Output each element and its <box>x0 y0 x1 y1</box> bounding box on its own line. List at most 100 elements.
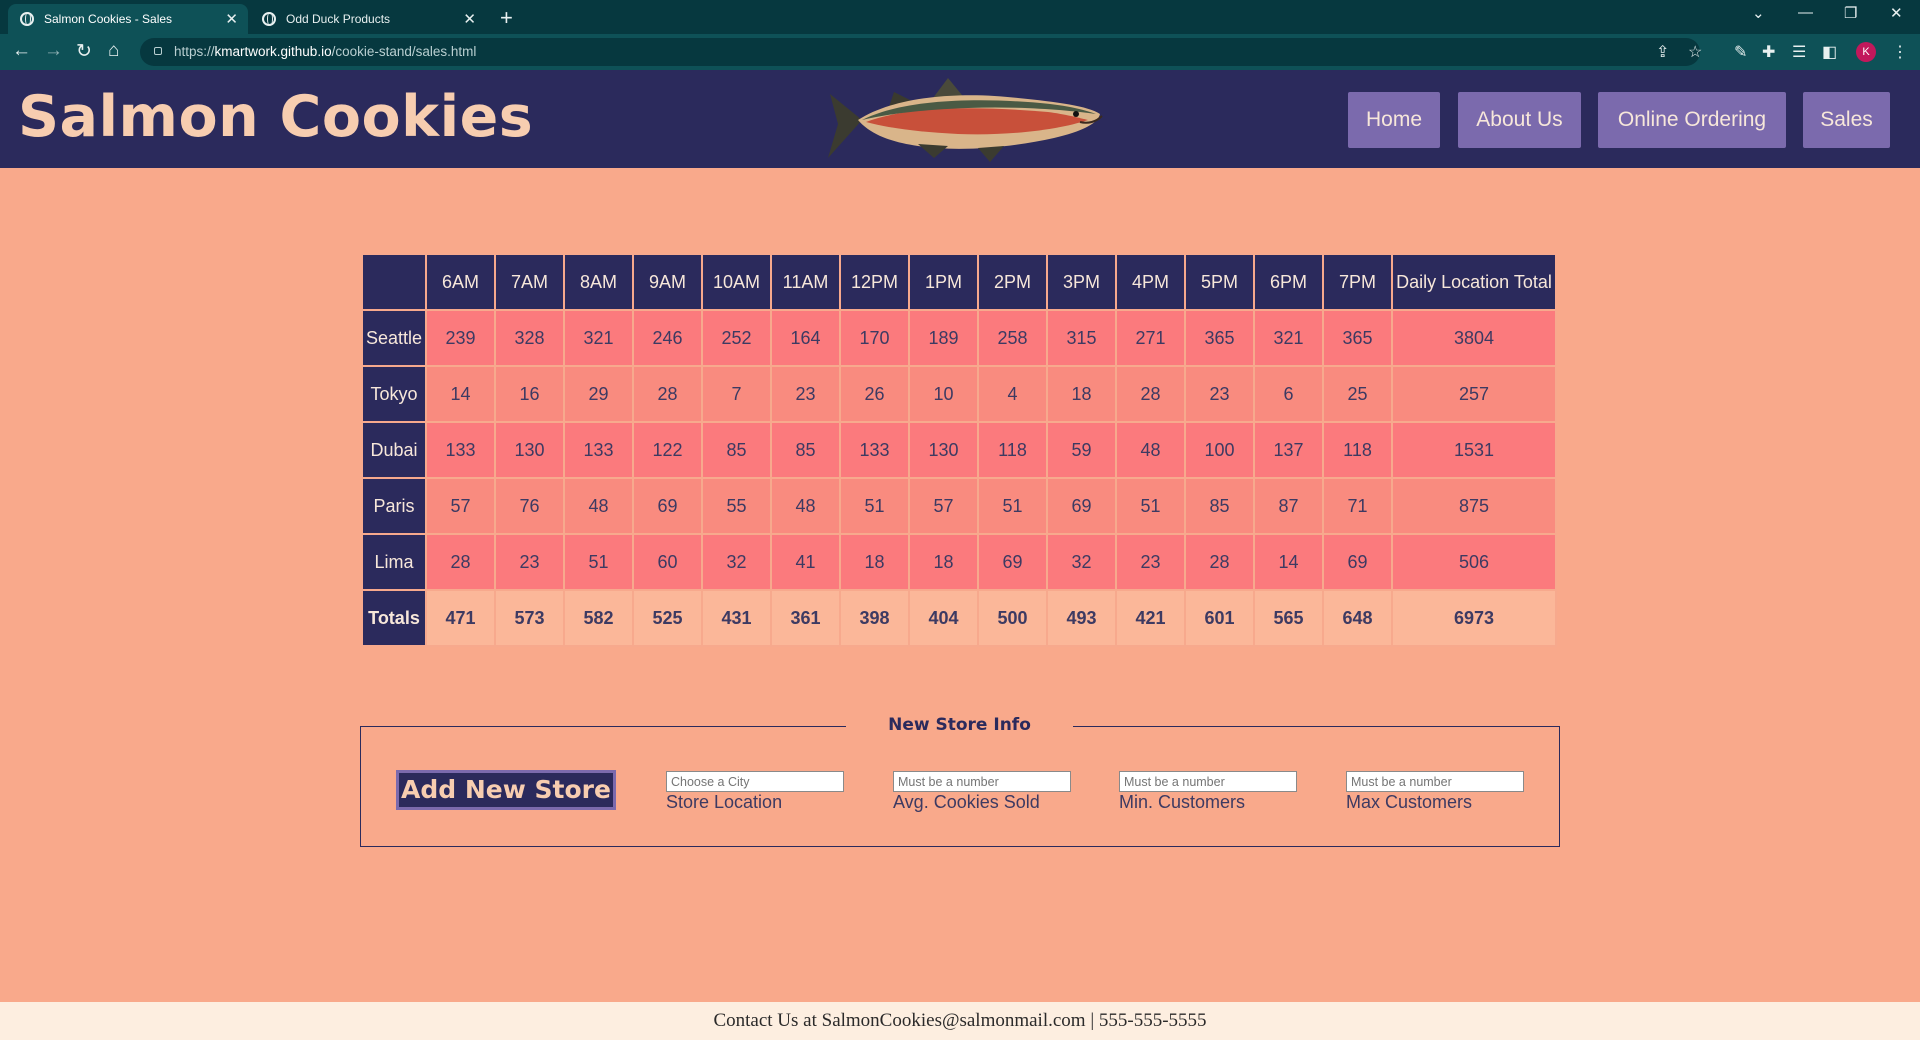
sales-cell: 133 <box>839 421 910 479</box>
hourly-total-cell: 525 <box>632 589 703 647</box>
sales-cell: 130 <box>908 421 979 479</box>
sales-cell: 328 <box>494 309 565 367</box>
bookmark-star-icon[interactable]: ☆ <box>1688 42 1702 62</box>
globe-icon <box>262 12 276 26</box>
home-icon[interactable]: ⌂ <box>108 40 119 62</box>
minimize-icon[interactable]: — <box>1798 4 1813 21</box>
sales-cell: 365 <box>1322 309 1393 367</box>
restore-icon[interactable]: ❐ <box>1844 4 1857 22</box>
back-icon[interactable]: ← <box>12 40 31 62</box>
url-field[interactable]: https://kmartwork.github.io/cookie-stand… <box>140 38 1700 66</box>
hour-header: 10AM <box>701 253 772 311</box>
table-row: Tokyo 14 16 29 28 7 23 26 10 4 18 28 23 6 25 257 <box>361 365 1557 423</box>
profile-avatar[interactable]: K <box>1856 42 1876 62</box>
side-panel-icon[interactable]: ◧ <box>1822 42 1837 62</box>
hourly-total-cell: 471 <box>425 589 496 647</box>
sales-cell: 365 <box>1184 309 1255 367</box>
close-window-icon[interactable]: ✕ <box>1890 4 1903 22</box>
hour-header: 1PM <box>908 253 979 311</box>
url-path: /cookie-stand/sales.html <box>331 44 477 59</box>
sales-cell: 23 <box>1184 365 1255 423</box>
new-tab-icon[interactable]: + <box>500 5 513 31</box>
row-total-cell: 1531 <box>1391 421 1557 479</box>
min-customers-label: Min. Customers <box>1119 792 1246 812</box>
sales-cell: 51 <box>1115 477 1186 535</box>
hourly-total-cell: 573 <box>494 589 565 647</box>
table-footer: Totals 471 573 582 525 431 361 398 404 500 493 421 6… <box>361 589 1557 647</box>
sales-cell: 133 <box>425 421 496 479</box>
tab-salmon-cookies[interactable]: Salmon Cookies - Sales ✕ <box>8 4 248 34</box>
hourly-total-cell: 582 <box>563 589 634 647</box>
store-location-label: Store Location <box>666 792 783 812</box>
share-icon[interactable]: ⇪ <box>1656 42 1669 62</box>
new-store-legend: New Store Info <box>846 712 1073 738</box>
hour-header: 6PM <box>1253 253 1324 311</box>
avg-cookies-input[interactable] <box>893 771 1071 792</box>
hourly-total-cell: 601 <box>1184 589 1255 647</box>
sales-cell: 14 <box>425 365 496 423</box>
tab-label: Odd Duck Products <box>286 12 391 26</box>
sales-cell: 170 <box>839 309 910 367</box>
close-tab-icon[interactable]: ✕ <box>463 10 476 28</box>
sales-cell: 76 <box>494 477 565 535</box>
sales-cell: 137 <box>1253 421 1324 479</box>
sales-cell: 28 <box>1184 533 1255 591</box>
nav-online-ordering[interactable]: Online Ordering <box>1598 92 1786 148</box>
table-body: Seattle 239 328 321 246 252 164 170 189 258 315 271… <box>361 309 1557 591</box>
sales-cell: 271 <box>1115 309 1186 367</box>
sales-cell: 133 <box>563 421 634 479</box>
sales-cell: 18 <box>908 533 979 591</box>
sales-cell: 71 <box>1322 477 1393 535</box>
daily-total-header: Daily Location Total <box>1391 253 1557 311</box>
hourly-total-cell: 648 <box>1322 589 1393 647</box>
globe-icon <box>20 12 34 26</box>
store-location-input[interactable] <box>666 771 844 792</box>
hour-header: 7AM <box>494 253 565 311</box>
tab-odd-duck[interactable]: Odd Duck Products ✕ <box>250 4 486 34</box>
sales-cell: 239 <box>425 309 496 367</box>
sales-cell: 23 <box>1115 533 1186 591</box>
sales-cell: 14 <box>1253 533 1324 591</box>
forward-icon[interactable]: → <box>44 40 63 62</box>
sales-cell: 26 <box>839 365 910 423</box>
sales-cell: 25 <box>1322 365 1393 423</box>
sales-cell: 252 <box>701 309 772 367</box>
extensions-puzzle-icon[interactable]: ✚ <box>1762 42 1775 62</box>
close-tab-icon[interactable]: ✕ <box>225 10 238 28</box>
sales-cell: 23 <box>770 365 841 423</box>
menu-kebab-icon[interactable]: ⋮ <box>1892 42 1908 62</box>
sales-cell: 321 <box>563 309 634 367</box>
reading-list-icon[interactable]: ☰ <box>1792 42 1806 62</box>
tab-label: Salmon Cookies - Sales <box>44 12 173 26</box>
sales-cell: 130 <box>494 421 565 479</box>
reload-icon[interactable]: ↻ <box>76 40 92 63</box>
sales-cell: 164 <box>770 309 841 367</box>
sales-cell: 32 <box>701 533 772 591</box>
sales-cell: 59 <box>1046 421 1117 479</box>
sales-cell: 85 <box>1184 477 1255 535</box>
add-new-store-button[interactable]: Add New Store <box>396 770 616 810</box>
sales-cell: 85 <box>770 421 841 479</box>
hourly-total-cell: 398 <box>839 589 910 647</box>
site-logo[interactable]: Salmon Cookies <box>18 84 533 150</box>
sales-cell: 60 <box>632 533 703 591</box>
table-row: Paris 57 76 48 69 55 48 51 57 51 69 51 85 87 71 875 <box>361 477 1557 535</box>
sales-cell: 28 <box>632 365 703 423</box>
hour-header: 8AM <box>563 253 634 311</box>
hourly-total-cell: 431 <box>701 589 772 647</box>
nav-sales[interactable]: Sales <box>1803 92 1890 148</box>
hour-header: 2PM <box>977 253 1048 311</box>
sales-cell: 69 <box>1322 533 1393 591</box>
extension-pen-icon[interactable]: ✎ <box>1734 42 1747 62</box>
nav-about-us[interactable]: About Us <box>1458 92 1581 148</box>
tab-search-icon[interactable]: ⌄ <box>1752 4 1765 22</box>
nav-home[interactable]: Home <box>1348 92 1440 148</box>
salmon-fish-image <box>828 78 1103 162</box>
sales-cell: 69 <box>977 533 1048 591</box>
sales-cell: 87 <box>1253 477 1324 535</box>
min-customers-input[interactable] <box>1119 771 1297 792</box>
sales-cell: 10 <box>908 365 979 423</box>
max-customers-input[interactable] <box>1346 771 1524 792</box>
sales-cell: 16 <box>494 365 565 423</box>
hour-header: 3PM <box>1046 253 1117 311</box>
